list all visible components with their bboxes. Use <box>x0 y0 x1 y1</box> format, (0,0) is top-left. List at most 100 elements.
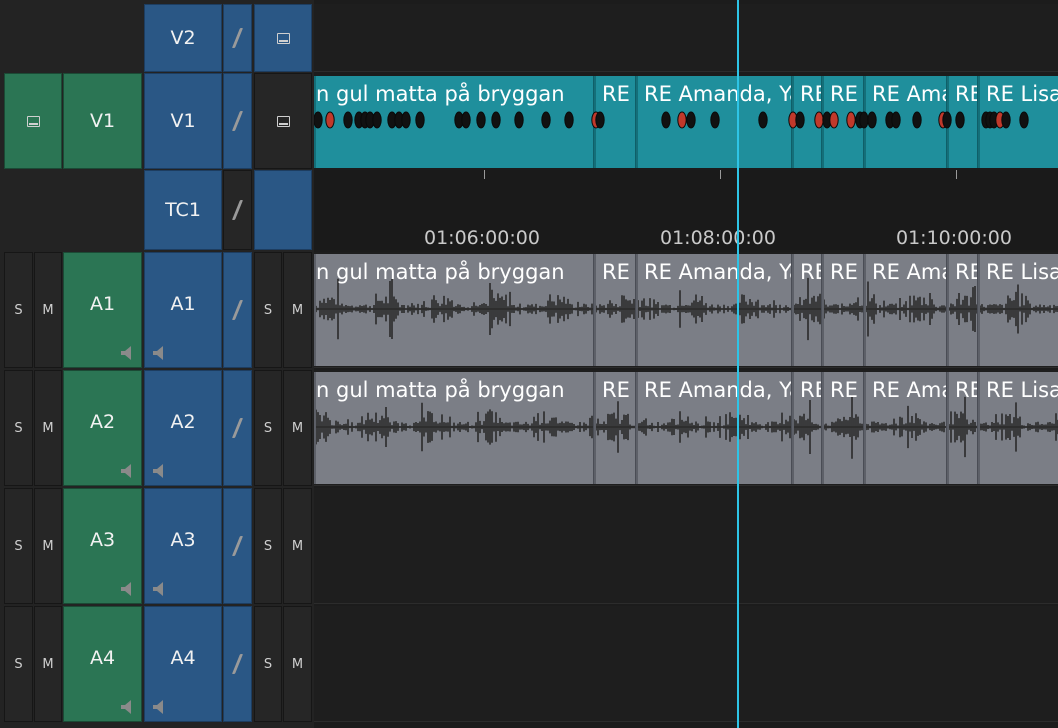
mute-button[interactable]: M <box>283 488 312 604</box>
mute-button[interactable]: M <box>283 252 312 368</box>
solo-button[interactable]: S <box>4 606 33 722</box>
track-lane-a4[interactable] <box>314 606 1058 722</box>
clip-marker[interactable] <box>867 111 877 129</box>
source-track-label: A4 <box>89 647 116 669</box>
source-track-a1[interactable]: A1 <box>63 252 142 368</box>
solo-label: S <box>263 656 273 672</box>
speaker-icon <box>153 700 163 714</box>
source-track-label: A2 <box>89 411 116 433</box>
source-track-a2[interactable]: A2 <box>63 370 142 486</box>
clip-marker[interactable] <box>343 111 353 129</box>
audio-clip[interactable]: RE Vi <box>594 372 636 484</box>
clip-marker[interactable] <box>514 111 524 129</box>
clip-name: RE <box>800 82 821 106</box>
solo-button[interactable]: S <box>254 606 282 722</box>
audio-clip[interactable]: n gul matta på bryggan <box>314 254 594 366</box>
record-track-v2[interactable]: V2 <box>144 4 222 72</box>
audio-clip[interactable]: RE <box>947 254 978 366</box>
clip-marker[interactable] <box>710 111 720 129</box>
clip-marker[interactable] <box>814 111 824 129</box>
clip-marker[interactable] <box>461 111 471 129</box>
mute-button[interactable]: M <box>34 370 62 486</box>
record-track-v1[interactable]: V1 <box>144 73 222 169</box>
record-track-a3[interactable]: A3 <box>144 488 222 604</box>
clip-marker[interactable] <box>415 111 425 129</box>
track-lock-v2[interactable] <box>223 4 252 72</box>
track-lock-a4[interactable] <box>223 606 252 722</box>
audio-clip[interactable]: RE <box>947 372 978 484</box>
audio-clip[interactable]: RE T <box>822 372 864 484</box>
record-track-a2[interactable]: A2 <box>144 370 222 486</box>
mute-button[interactable]: M <box>34 606 62 722</box>
clip-marker[interactable] <box>829 111 839 129</box>
audio-clip[interactable]: RE Amanda <box>864 372 947 484</box>
audio-clip[interactable]: RE Lisa <box>978 254 1058 366</box>
source-track-v1[interactable]: V1 <box>63 73 142 169</box>
track-lane-v2[interactable] <box>314 4 1058 72</box>
solo-button[interactable]: S <box>4 488 33 604</box>
clip-marker[interactable] <box>476 111 486 129</box>
audio-clip[interactable]: RE <box>792 254 822 366</box>
solo-button[interactable]: S <box>254 252 282 368</box>
source-track-a4[interactable]: A4 <box>63 606 142 722</box>
clip-marker[interactable] <box>758 111 768 129</box>
mute-label: M <box>291 420 304 436</box>
solo-button[interactable]: S <box>4 370 33 486</box>
track-monitor-v1[interactable] <box>254 73 312 169</box>
track-monitor-v2[interactable] <box>254 4 312 72</box>
clip-marker[interactable] <box>859 111 869 129</box>
track-lock-tc1[interactable] <box>223 170 252 250</box>
monitor-icon <box>26 115 40 127</box>
clip-marker[interactable] <box>595 111 605 129</box>
track-lock-a1[interactable] <box>223 252 252 368</box>
clip-marker[interactable] <box>541 111 551 129</box>
solo-button[interactable]: S <box>254 370 282 486</box>
clip-marker[interactable] <box>401 111 411 129</box>
speaker-icon <box>153 582 163 596</box>
clip-name: RE Vi <box>602 260 635 284</box>
clip-marker[interactable] <box>677 111 687 129</box>
audio-clip[interactable]: RE Amanda <box>864 254 947 366</box>
audio-clip[interactable]: RE Vi <box>594 254 636 366</box>
clip-marker[interactable] <box>846 111 856 129</box>
clip-marker[interactable] <box>325 111 335 129</box>
clip-marker[interactable] <box>942 111 952 129</box>
track-lane-a3[interactable] <box>314 488 1058 604</box>
mute-label: M <box>291 302 304 318</box>
clip-marker[interactable] <box>491 111 501 129</box>
solo-button[interactable]: S <box>254 488 282 604</box>
audio-clip[interactable]: RE Amanda, Ya <box>636 254 792 366</box>
clip-marker[interactable] <box>314 111 323 129</box>
audio-clip[interactable]: n gul matta på bryggan <box>314 372 594 484</box>
mute-button[interactable]: M <box>34 252 62 368</box>
solo-button[interactable]: S <box>4 252 33 368</box>
mute-button[interactable]: M <box>283 370 312 486</box>
record-track-a1[interactable]: A1 <box>144 252 222 368</box>
clip-marker[interactable] <box>955 111 965 129</box>
clip-marker[interactable] <box>1019 111 1029 129</box>
track-monitor-tc1[interactable] <box>254 170 312 250</box>
track-lock-a2[interactable] <box>223 370 252 486</box>
clip-marker[interactable] <box>795 111 805 129</box>
mute-button[interactable]: M <box>283 606 312 722</box>
track-lock-a3[interactable] <box>223 488 252 604</box>
clip-marker[interactable] <box>372 111 382 129</box>
timecode-ruler[interactable]: 01:06:00:00 01:08:00:00 01:10:00:00 <box>314 170 1058 250</box>
clip-marker[interactable] <box>686 111 696 129</box>
audio-clip[interactable]: RE Lisa <box>978 372 1058 484</box>
clip-marker[interactable] <box>661 111 671 129</box>
audio-clip[interactable]: RE Amanda, Ya <box>636 372 792 484</box>
track-lock-v1[interactable] <box>223 73 252 169</box>
source-track-a3[interactable]: A3 <box>63 488 142 604</box>
playhead[interactable] <box>737 0 739 728</box>
audio-clip[interactable]: RE <box>792 372 822 484</box>
clip-marker[interactable] <box>564 111 574 129</box>
source-monitor-v1[interactable] <box>4 73 62 169</box>
clip-marker[interactable] <box>1001 111 1011 129</box>
record-track-a4[interactable]: A4 <box>144 606 222 722</box>
mute-button[interactable]: M <box>34 488 62 604</box>
clip-marker[interactable] <box>891 111 901 129</box>
record-track-tc1[interactable]: TC1 <box>144 170 222 250</box>
audio-clip[interactable]: RE T <box>822 254 864 366</box>
clip-marker[interactable] <box>912 111 922 129</box>
